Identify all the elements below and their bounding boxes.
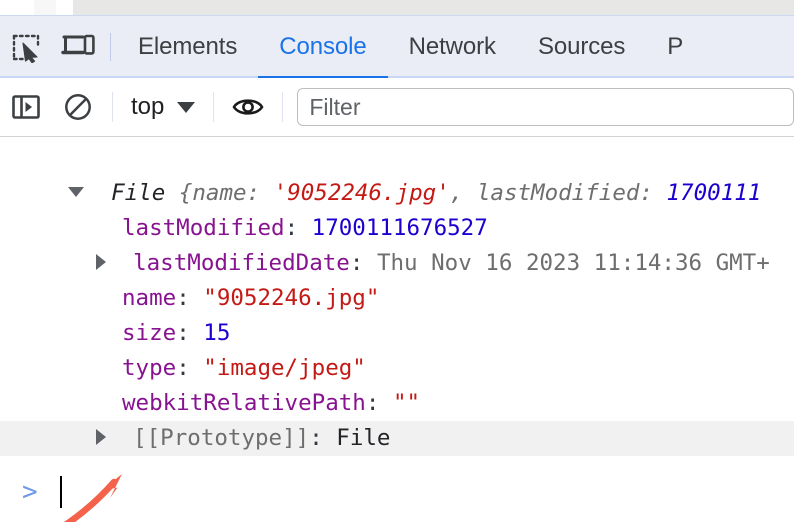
console-output-area[interactable]: File {name: '9052246.jpg', lastModified:… (0, 138, 794, 522)
tab-network[interactable]: Network (388, 16, 517, 79)
token-prop-type-0: type (122, 355, 177, 381)
token-prop-lastModified-1: : (284, 215, 312, 241)
tab-elements-label: Elements (138, 33, 238, 60)
console-row-content: webkitRelativePath: "" (0, 390, 420, 416)
tab-sources[interactable]: Sources (517, 16, 646, 79)
token-prop-lastModifiedDate-1: : (349, 250, 377, 276)
console-row-content: size: 15 (0, 320, 230, 346)
token-prop-lastModified-2: 1700111676527 (311, 215, 488, 241)
inspect-element-icon (12, 34, 40, 63)
live-expression-eye-icon (232, 99, 264, 115)
token-prop-name-0: name (122, 285, 177, 311)
console-row-content: type: "image/jpeg" (0, 355, 366, 381)
console-toolbar-divider-3 (282, 92, 284, 122)
token-file-object-header-5: 1700111 (666, 180, 762, 206)
tab-console-label: Console (279, 33, 367, 60)
live-expression-button[interactable] (222, 81, 274, 133)
console-row-prop-webkitRelativePath[interactable]: webkitRelativePath: "" (0, 386, 794, 421)
inspect-element-button[interactable] (0, 21, 52, 73)
console-row-prop-name[interactable]: name: "9052246.jpg" (0, 281, 794, 316)
token-prop-prototype-2: File (336, 425, 391, 451)
console-row-content: name: "9052246.jpg" (0, 285, 379, 311)
prompt-text-caret (59, 476, 62, 508)
tab-segment-2[interactable] (34, 0, 56, 15)
token-prop-size-1: : (176, 320, 204, 346)
console-row-content: lastModifiedDate: Thu Nov 16 2023 11:14:… (0, 250, 770, 276)
devtools-window: Elements Console Network Sources P top F… (0, 0, 794, 522)
tab-sources-label: Sources (537, 33, 626, 60)
console-row-content: File {name: '9052246.jpg', lastModified:… (0, 180, 761, 206)
console-toolbar-divider-1 (112, 92, 113, 122)
console-row-prop-prototype[interactable]: [[Prototype]]: File (0, 421, 794, 456)
console-row-file-object-header[interactable]: File {name: '9052246.jpg', lastModified:… (0, 176, 794, 211)
tab-elements[interactable]: Elements (117, 16, 258, 79)
token-file-object-header-4: lastModified: (476, 180, 667, 206)
token-prop-prototype-1: : (309, 425, 337, 451)
filter-input[interactable]: Filter (297, 88, 794, 126)
console-sidebar-toggle-icon (12, 95, 40, 119)
tab-console[interactable]: Console (258, 16, 388, 79)
token-prop-name-1: : (176, 285, 204, 311)
triangle-right-icon[interactable] (96, 428, 106, 445)
token-prop-type-1: : (176, 355, 204, 381)
token-prop-lastModifiedDate-0: lastModifiedDate (133, 250, 350, 276)
tab-performance[interactable]: P (646, 16, 704, 79)
console-row-content: [[Prototype]]: File (0, 425, 390, 451)
execution-context-selector[interactable]: top (121, 93, 205, 121)
tab-network-label: Network (408, 33, 496, 60)
console-sidebar-toggle-button[interactable] (0, 81, 52, 133)
chevron-down-icon (177, 101, 196, 113)
token-prop-webkitRelativePath-0: webkitRelativePath (122, 390, 366, 416)
token-prop-lastModified-0: lastModified (122, 215, 285, 241)
console-row-prop-size[interactable]: size: 15 (0, 316, 794, 351)
token-file-object-header-1: {name: (178, 180, 274, 206)
console-row-prop-lastModified[interactable]: lastModified: 1700111676527 (0, 211, 794, 246)
prompt-chevron-icon: > (22, 477, 38, 507)
token-prop-webkitRelativePath-2: "" (392, 390, 421, 416)
device-toolbar-button[interactable] (52, 21, 104, 73)
tab-segment-3[interactable] (56, 0, 73, 15)
console-toolbar-divider-2 (213, 92, 215, 122)
token-prop-webkitRelativePath-1: : (365, 390, 393, 416)
tabbar-divider (110, 33, 111, 61)
tab-segment-1[interactable] (0, 0, 34, 15)
triangle-down-icon[interactable] (68, 186, 84, 197)
token-prop-name-2: "9052246.jpg" (203, 285, 380, 311)
console-message-file-object: File {name: '9052246.jpg', lastModified:… (0, 176, 794, 456)
token-file-object-header-3: , (449, 180, 477, 206)
execution-context-label: top (131, 93, 165, 120)
token-file-object-header-2: '9052246.jpg' (273, 180, 450, 206)
console-toolbar: top Filter (0, 78, 794, 137)
token-prop-size-2: 15 (203, 320, 231, 346)
clear-console-icon (65, 94, 91, 120)
console-row-prop-lastModifiedDate[interactable]: lastModifiedDate: Thu Nov 16 2023 11:14:… (0, 246, 794, 281)
token-prop-size-0: size (122, 320, 177, 346)
token-prop-type-2: "image/jpeg" (203, 355, 366, 381)
token-file-object-header-0: File (111, 180, 179, 206)
device-toolbar-icon (61, 34, 95, 55)
triangle-right-icon[interactable] (96, 253, 106, 270)
browser-tabstrip (0, 0, 794, 15)
console-row-content: lastModified: 1700111676527 (0, 215, 488, 241)
console-prompt[interactable]: > (0, 462, 794, 522)
devtools-tabbar: Elements Console Network Sources P (0, 15, 794, 79)
tab-performance-label: P (667, 33, 684, 60)
token-prop-prototype-0: [[Prototype]] (133, 425, 310, 451)
filter-placeholder: Filter (309, 93, 361, 120)
clear-console-button[interactable] (52, 81, 104, 133)
token-prop-lastModifiedDate-2: Thu Nov 16 2023 11:14:36 GMT+ (376, 250, 770, 276)
console-row-prop-type[interactable]: type: "image/jpeg" (0, 351, 794, 386)
